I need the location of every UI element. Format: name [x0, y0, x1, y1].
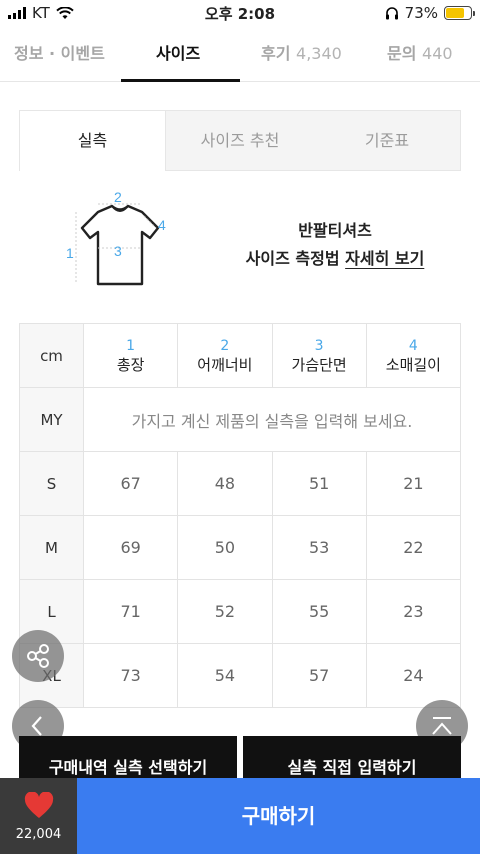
table-cell: 23: [365, 579, 462, 644]
purchase-history-measure-button[interactable]: 구매내역 실측 선택하기: [19, 736, 237, 778]
guide-subtitle: 사이즈 측정법: [245, 249, 340, 268]
table-cell: 22: [365, 515, 462, 580]
tshirt-measure-icon: 1 2 3 4: [66, 189, 166, 286]
tab-inquiry[interactable]: 문의 440: [387, 28, 453, 82]
table-cell: 48: [177, 451, 273, 516]
battery-percent: 73%: [404, 4, 438, 22]
marker-2: 2: [114, 189, 122, 205]
subtab-measured[interactable]: 실측: [20, 111, 166, 171]
my-row[interactable]: MY 가지고 계신 제품의 실측을 입력해 보세요.: [19, 387, 461, 452]
table-cell: 54: [177, 643, 273, 708]
marker-1: 1: [66, 245, 74, 261]
my-measure-prompt[interactable]: 가지고 계신 제품의 실측을 입력해 보세요.: [83, 387, 461, 452]
table-cell: 57: [271, 643, 367, 708]
direct-measure-input-button[interactable]: 실측 직접 입력하기: [243, 736, 461, 778]
buy-button[interactable]: 구매하기: [77, 778, 480, 854]
guide-detail-link[interactable]: 자세히 보기: [345, 249, 424, 268]
tab-reviews[interactable]: 후기 4,340: [261, 28, 342, 82]
tab-size[interactable]: 사이즈: [156, 28, 200, 82]
column-header: 2 어깨너비: [177, 323, 273, 388]
table-row: XL 73 54 57 24: [19, 643, 462, 708]
subtab-chart[interactable]: 기준표: [314, 111, 460, 171]
table-cell: 67: [82, 451, 179, 516]
table-cell: 71: [82, 579, 179, 644]
marker-3: 3: [114, 243, 122, 259]
arrow-up-icon: [432, 717, 452, 735]
table-cell: 73: [82, 643, 179, 708]
heart-icon: [24, 792, 54, 818]
measure-guide: 반팔티셔츠 사이즈 측정법 자세히 보기: [210, 217, 460, 273]
share-icon: [27, 644, 49, 668]
table-cell: 24: [365, 643, 462, 708]
like-count: 22,004: [15, 827, 62, 842]
guide-title: 반팔티셔츠: [298, 221, 372, 240]
table-cell: 50: [177, 515, 273, 580]
size-label: S: [19, 451, 84, 516]
table-row: M 69 50 53 22: [19, 515, 462, 580]
size-table: cm 1 총장 2 어깨너비 3 가슴단면 4 소매길이 MY 가지고 계신 제품의 실…: [19, 323, 462, 708]
active-tab-indicator: [121, 79, 240, 82]
table-cell: 69: [82, 515, 179, 580]
column-header: 4 소매길이: [365, 323, 462, 388]
table-cell: 53: [271, 515, 367, 580]
share-button[interactable]: [12, 630, 64, 682]
size-label: MY: [19, 387, 84, 452]
like-button[interactable]: 22,004: [0, 778, 77, 854]
headphones-icon: [385, 7, 398, 20]
table-cell: 55: [271, 579, 367, 644]
marker-4: 4: [158, 217, 166, 233]
unit-header: cm: [19, 323, 84, 388]
table-cell: 51: [271, 451, 367, 516]
product-tabs: 정보 · 이벤트 사이즈 후기 4,340 문의 440: [0, 28, 480, 82]
size-label: M: [19, 515, 84, 580]
column-header: 3 가슴단면: [271, 323, 367, 388]
chevron-left-icon: [31, 716, 42, 736]
size-subtabs: 실측 사이즈 추천 기준표: [19, 110, 461, 171]
table-cell: 52: [177, 579, 273, 644]
tab-info-event[interactable]: 정보 · 이벤트: [14, 28, 105, 82]
battery-icon: [444, 6, 475, 20]
table-row: L 71 52 55 23: [19, 579, 462, 644]
subtab-recommend[interactable]: 사이즈 추천: [166, 111, 314, 171]
status-bar: KT 오후 2:08 73%: [0, 0, 480, 26]
column-header: 1 총장: [82, 323, 179, 388]
table-row: S 67 48 51 21: [19, 451, 462, 516]
table-cell: 21: [365, 451, 462, 516]
